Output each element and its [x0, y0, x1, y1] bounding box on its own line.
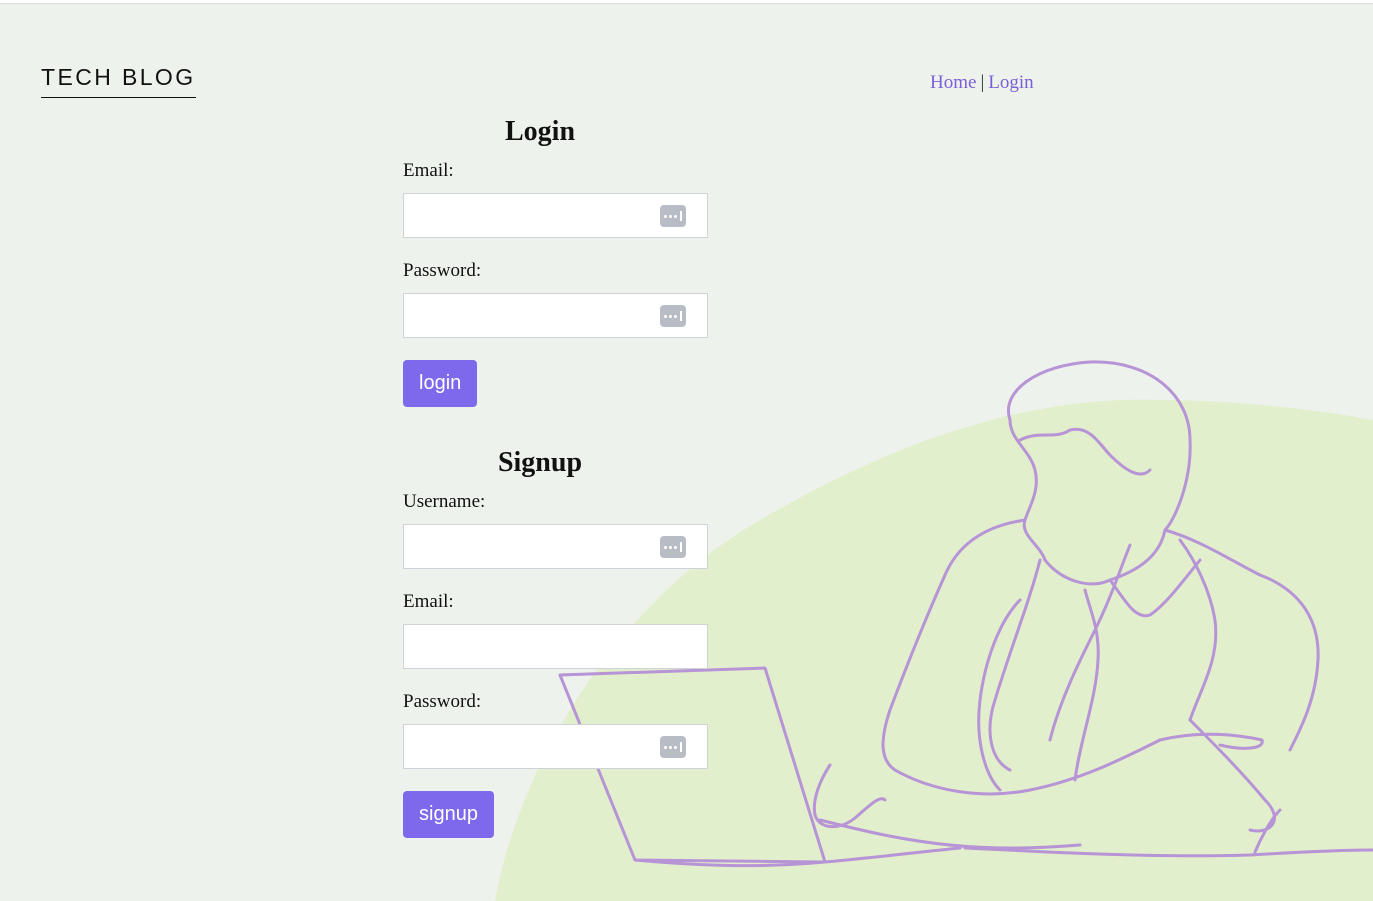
signup-username-field[interactable]: [403, 524, 708, 569]
signup-button[interactable]: signup: [403, 791, 494, 838]
signup-email-field[interactable]: [403, 624, 708, 669]
signup-password-label: Password:: [403, 691, 482, 712]
login-email-input[interactable]: [404, 194, 670, 237]
nav-separator: |: [980, 72, 985, 93]
signup-username-label: Username:: [403, 491, 486, 512]
login-button[interactable]: login: [403, 360, 478, 407]
signup-email-label: Email:: [403, 591, 454, 612]
nav-home-link[interactable]: Home: [930, 72, 976, 93]
signup-title: Signup: [497, 447, 583, 478]
top-nav: Home | Login: [930, 72, 1034, 94]
login-password-field[interactable]: [403, 293, 708, 338]
login-password-label: Password:: [403, 260, 482, 281]
signup-password-input[interactable]: [404, 725, 670, 768]
site-brand[interactable]: TECH BLOG: [41, 64, 196, 98]
password-manager-icon[interactable]: [660, 305, 686, 327]
login-title: Login: [504, 116, 576, 147]
signup-email-input[interactable]: [404, 625, 670, 668]
nav-login-link[interactable]: Login: [988, 72, 1033, 93]
password-manager-icon[interactable]: [660, 205, 686, 227]
login-email-label: Email:: [403, 160, 454, 181]
signup-password-field[interactable]: [403, 724, 708, 769]
password-manager-icon[interactable]: [660, 536, 686, 558]
password-manager-icon[interactable]: [660, 736, 686, 758]
login-email-field[interactable]: [403, 193, 708, 238]
signup-username-input[interactable]: [404, 525, 670, 568]
login-password-input[interactable]: [404, 294, 670, 337]
